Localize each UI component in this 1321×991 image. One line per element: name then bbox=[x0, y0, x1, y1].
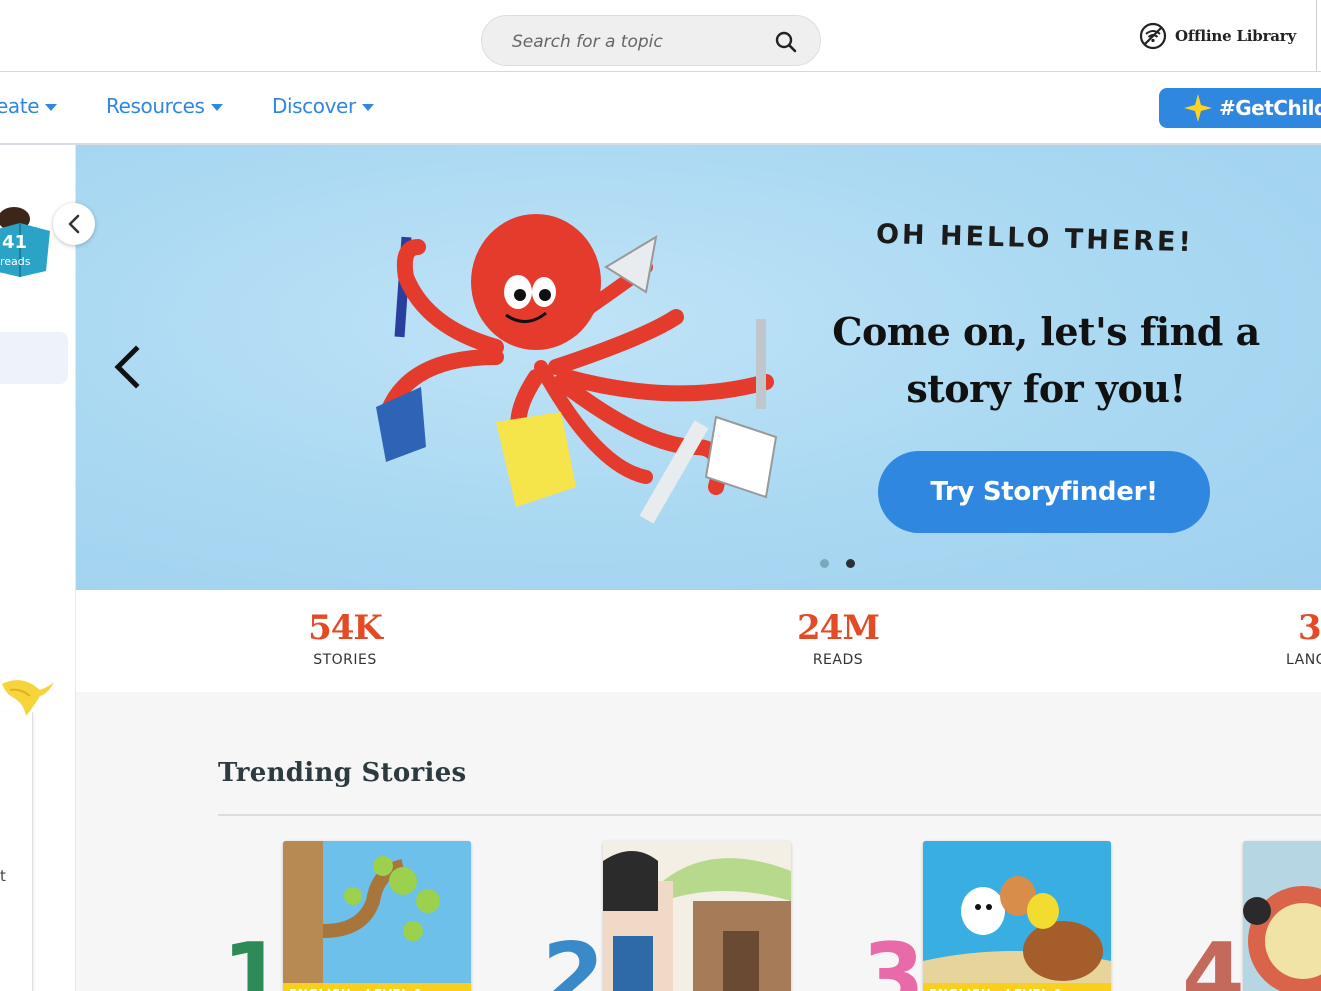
rank-number-4: 4 bbox=[1182, 924, 1245, 991]
stat-reads-label: READS bbox=[812, 652, 864, 668]
try-storyfinder-button[interactable]: Try Storyfinder! bbox=[878, 451, 1210, 533]
search-input[interactable] bbox=[510, 27, 754, 57]
section-title: Trending Stories bbox=[218, 758, 467, 788]
stat-reads-value: 24M bbox=[797, 608, 880, 648]
nav-create[interactable]: eate bbox=[0, 94, 58, 118]
book-card-4[interactable] bbox=[1243, 841, 1321, 991]
section-divider bbox=[218, 814, 1321, 816]
sidebar-partial-text: t bbox=[0, 867, 6, 885]
carousel-dot-2[interactable] bbox=[846, 559, 855, 568]
sparkle-icon bbox=[1184, 94, 1212, 122]
sidebar-collapse-button[interactable] bbox=[53, 203, 95, 245]
reads-label: reads bbox=[0, 255, 31, 268]
offline-library-link[interactable]: Offline Library bbox=[1139, 22, 1296, 50]
book-card-1[interactable]: ENGLISH · LEVEL 1 bbox=[283, 841, 471, 991]
book-cover-illustration bbox=[603, 841, 791, 991]
stats-strip: 54K STORIES 24M READS 3 LANG bbox=[76, 590, 1321, 692]
stat-languages-value: 3 bbox=[1298, 608, 1321, 648]
book-level-tag: ENGLISH · LEVEL 1 bbox=[283, 983, 471, 991]
nav-create-label: eate bbox=[0, 94, 40, 118]
book-cover-illustration bbox=[1243, 841, 1321, 991]
nav-resources[interactable]: Resources bbox=[106, 94, 223, 118]
reads-count: 41 bbox=[2, 232, 28, 253]
chevron-left-icon bbox=[68, 214, 80, 234]
carousel-dot-1[interactable] bbox=[820, 559, 829, 568]
nav-discover[interactable]: Discover bbox=[272, 94, 374, 118]
stat-reads: 24M READS bbox=[788, 608, 888, 668]
stat-languages: 3 LANG bbox=[1286, 608, 1321, 668]
search-icon bbox=[775, 31, 797, 53]
hero-greeting: OH HELLO THERE! bbox=[875, 218, 1195, 259]
hero-headline: Come on, let's find a story for you! bbox=[832, 309, 1260, 411]
book-level-tag: ENGLISH · LEVEL 1 bbox=[923, 983, 1111, 991]
book-card-2[interactable] bbox=[603, 841, 791, 991]
chevron-left-icon bbox=[114, 345, 140, 389]
stat-languages-label: LANG bbox=[1286, 652, 1321, 668]
rank-number-2: 2 bbox=[542, 924, 605, 991]
rank-number-1: 1 bbox=[222, 924, 285, 991]
carousel-prev-button[interactable] bbox=[108, 345, 148, 389]
octopus-illustration bbox=[376, 214, 778, 524]
sidebar-card bbox=[0, 712, 33, 991]
get-children-reading-label: #GetChildr bbox=[1219, 96, 1321, 120]
trending-section: Trending Stories 1 ENGLISH · LEVEL 1 2 bbox=[76, 692, 1321, 991]
top-header: Offline Library bbox=[0, 0, 1321, 72]
book-cover-illustration bbox=[923, 841, 1111, 991]
left-sidebar: 41 reads t bbox=[0, 145, 76, 991]
caret-down-icon bbox=[361, 104, 374, 111]
search-bar bbox=[481, 15, 821, 66]
rank-number-3: 3 bbox=[862, 924, 925, 991]
header-divider bbox=[1316, 0, 1317, 71]
carousel-dots bbox=[820, 559, 855, 568]
hero-carousel: OH HELLO THERE! Come on, let's find a st… bbox=[76, 145, 1321, 590]
stat-stories-value: 54K bbox=[308, 608, 383, 648]
stat-stories: 54K STORIES bbox=[298, 608, 392, 668]
search-button[interactable] bbox=[774, 30, 798, 54]
stat-stories-label: STORIES bbox=[313, 652, 377, 668]
sidebar-active-item[interactable] bbox=[0, 332, 68, 384]
get-children-reading-button[interactable]: #GetChildr bbox=[1159, 88, 1321, 128]
nav-discover-label: Discover bbox=[272, 94, 356, 118]
offline-wifi-icon bbox=[1139, 22, 1167, 50]
caret-down-icon bbox=[210, 104, 223, 111]
main-nav: eate Resources Discover #GetChildr bbox=[0, 72, 1321, 145]
nav-resources-label: Resources bbox=[106, 94, 205, 118]
book-card-3[interactable]: ENGLISH · LEVEL 1 bbox=[923, 841, 1111, 991]
caret-down-icon bbox=[45, 104, 58, 111]
offline-library-label: Offline Library bbox=[1175, 27, 1297, 45]
book-cover-illustration bbox=[283, 841, 471, 991]
